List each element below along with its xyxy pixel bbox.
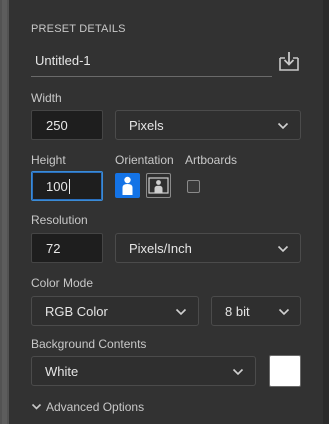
save-preset-icon: [279, 52, 299, 71]
height-label: Height: [31, 153, 66, 167]
height-input[interactable]: 100: [31, 171, 103, 201]
background-color-swatch[interactable]: [269, 355, 301, 387]
preset-name-field[interactable]: Untitled-1: [31, 46, 272, 77]
portrait-orientation-button[interactable]: [115, 173, 140, 198]
left-scrollbar[interactable]: [0, 0, 9, 424]
orientation-label: Orientation: [115, 153, 174, 167]
chevron-down-icon: [175, 308, 187, 316]
left-scrollbar-thumb[interactable]: [2, 0, 7, 424]
width-input[interactable]: 250: [31, 110, 103, 140]
chevron-down-icon: [232, 368, 244, 376]
preset-name-text: Untitled-1: [35, 53, 91, 68]
save-preset-button[interactable]: [277, 49, 301, 73]
background-contents-label: Background Contents: [31, 337, 147, 351]
portrait-person-icon: [122, 176, 133, 195]
color-mode-value: RGB Color: [45, 304, 108, 319]
background-contents-dropdown[interactable]: White: [31, 356, 256, 386]
chevron-down-icon: [278, 308, 290, 316]
resolution-unit-dropdown[interactable]: Pixels/Inch: [115, 233, 301, 263]
color-mode-label: Color Mode: [31, 276, 94, 290]
background-contents-value: White: [45, 364, 79, 379]
chevron-down-icon: [277, 245, 289, 253]
artboards-label: Artboards: [185, 153, 238, 167]
width-value: 250: [46, 118, 68, 133]
resolution-value: 72: [46, 241, 61, 256]
artboards-checkbox[interactable]: [187, 180, 200, 193]
width-unit-label: Pixels: [129, 118, 164, 133]
chevron-down-icon: [31, 403, 42, 410]
height-value: 100: [46, 179, 68, 194]
right-scrollbar[interactable]: [323, 0, 329, 424]
preset-details-panel: PRESET DETAILS Untitled-1 Width 250 Pixe…: [0, 0, 329, 424]
resolution-label: Resolution: [31, 213, 88, 227]
bit-depth-dropdown[interactable]: 8 bit: [211, 296, 301, 326]
color-mode-dropdown[interactable]: RGB Color: [31, 296, 199, 326]
resolution-unit-label: Pixels/Inch: [129, 241, 192, 256]
section-title: PRESET DETAILS: [31, 23, 126, 35]
advanced-options-label: Advanced Options: [46, 400, 145, 414]
landscape-orientation-button[interactable]: [146, 173, 171, 198]
width-label: Width: [31, 91, 62, 105]
chevron-down-icon: [277, 122, 289, 130]
landscape-person-icon: [148, 177, 169, 194]
width-unit-dropdown[interactable]: Pixels: [115, 110, 301, 140]
resolution-input[interactable]: 72: [31, 233, 103, 263]
bit-depth-value: 8 bit: [225, 304, 250, 319]
text-caret: [69, 179, 70, 194]
